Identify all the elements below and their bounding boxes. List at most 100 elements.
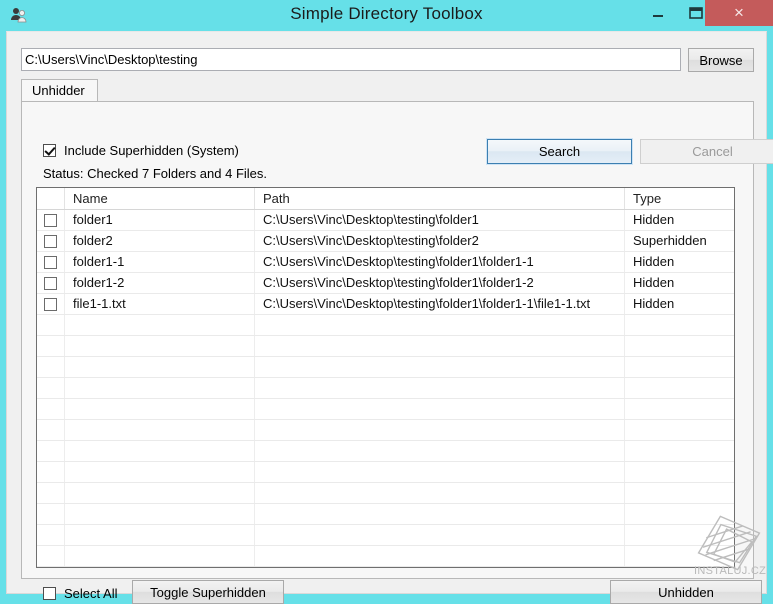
cell-type	[625, 546, 734, 566]
grid-header-checkbox	[37, 188, 65, 209]
row-checkbox-empty	[37, 357, 65, 377]
row-checkbox-empty	[37, 336, 65, 356]
cell-name: folder1	[65, 210, 255, 230]
grid-header-type[interactable]: Type	[625, 188, 734, 209]
cell-type	[625, 399, 734, 419]
cell-path	[255, 315, 625, 335]
row-checkbox-empty	[37, 483, 65, 503]
cell-type	[625, 567, 734, 568]
cell-type	[625, 315, 734, 335]
close-button[interactable]: ×	[705, 0, 773, 26]
row-checkbox-empty	[37, 525, 65, 545]
cell-path	[255, 399, 625, 419]
table-row-empty	[37, 462, 734, 483]
select-all-label: Select All	[64, 586, 118, 601]
cell-path	[255, 504, 625, 524]
search-button[interactable]: Search	[486, 138, 633, 165]
table-row[interactable]: folder1 C:\Users\Vinc\Desktop\testing\fol…	[37, 210, 734, 231]
grid-header-path[interactable]: Path	[255, 188, 625, 209]
row-checkbox-empty	[37, 567, 65, 568]
row-checkbox-empty	[37, 315, 65, 335]
checkbox-unchecked-icon	[43, 587, 56, 600]
grid-body: folder1 C:\Users\Vinc\Desktop\testing\fol…	[37, 210, 734, 568]
table-row[interactable]: folder1-2 C:\Users\Vinc\Desktop\testing\f…	[37, 273, 734, 294]
checkbox-unchecked-icon	[44, 234, 57, 248]
table-row-empty	[37, 399, 734, 420]
cell-name	[65, 336, 255, 356]
cell-path	[255, 546, 625, 566]
grid-header-name[interactable]: Name	[65, 188, 255, 209]
browse-button[interactable]: Browse	[688, 48, 754, 72]
table-row-empty	[37, 378, 734, 399]
table-row[interactable]: file1-1.txt C:\Users\Vinc\Desktop\testing…	[37, 294, 734, 315]
cell-path	[255, 336, 625, 356]
table-row[interactable]: folder1-1 C:\Users\Vinc\Desktop\testing\f…	[37, 252, 734, 273]
checkbox-unchecked-icon	[44, 255, 57, 269]
row-checkbox[interactable]	[37, 252, 65, 272]
include-superhidden-checkbox[interactable]: Include Superhidden (System)	[43, 143, 239, 158]
grid-header-row: Name Path Type	[37, 188, 734, 210]
cell-type: Superhidden	[633, 233, 707, 248]
include-superhidden-label: Include Superhidden (System)	[64, 143, 239, 158]
cell-path	[255, 357, 625, 377]
table-row-empty	[37, 441, 734, 462]
cell-path: C:\Users\Vinc\Desktop\testing\folder1\fo…	[255, 252, 625, 272]
cell-path	[255, 483, 625, 503]
table-row-empty	[37, 546, 734, 567]
cell-name	[65, 315, 255, 335]
close-icon: ×	[734, 3, 744, 22]
tab-content-panel: Include Superhidden (System) Status: Che…	[21, 101, 773, 604]
cell-type	[625, 525, 734, 545]
cell-type: Hidden	[633, 275, 675, 290]
cell-type	[625, 441, 734, 461]
cell-name	[65, 483, 255, 503]
cell-type	[625, 378, 734, 398]
cell-type: Hidden	[633, 254, 675, 269]
window-client-area: Browse Unhidder Include Superhidden (Sys…	[6, 31, 773, 604]
cell-name: folder1-2	[65, 273, 255, 293]
table-row-empty	[37, 525, 734, 546]
table-row[interactable]: folder2 C:\Users\Vinc\Desktop\testing\fol…	[37, 231, 734, 252]
status-text: Status: Checked 7 Folders and 4 Files.	[43, 166, 268, 181]
cell-type	[625, 357, 734, 377]
cell-path	[255, 567, 625, 568]
row-checkbox[interactable]	[37, 294, 65, 314]
row-checkbox-empty	[37, 441, 65, 461]
cancel-button: Cancel	[640, 139, 773, 164]
table-row-empty	[37, 420, 734, 441]
tab-unhidder[interactable]: Unhidder	[21, 79, 98, 102]
cell-name	[65, 525, 255, 545]
cell-name: folder1-1	[65, 252, 255, 272]
cell-name	[65, 357, 255, 377]
row-checkbox-empty	[37, 420, 65, 440]
cell-type	[625, 504, 734, 524]
table-row-empty	[37, 357, 734, 378]
cell-type: Hidden	[633, 296, 675, 311]
cell-name	[65, 546, 255, 566]
cell-path	[255, 420, 625, 440]
checkbox-checked-icon	[43, 144, 56, 157]
title-bar: Simple Directory Toolbox ×	[0, 0, 773, 30]
row-checkbox[interactable]	[37, 273, 65, 293]
select-all-checkbox[interactable]: Select All	[43, 586, 117, 601]
tab-strip: Unhidder	[21, 79, 754, 102]
toggle-superhidden-button[interactable]: Toggle Superhidden	[132, 580, 284, 604]
row-checkbox[interactable]	[37, 231, 65, 251]
cell-name	[65, 420, 255, 440]
results-grid[interactable]: Name Path Type folder1 C:\Users\Vinc\Desk…	[36, 187, 735, 568]
cell-path	[255, 378, 625, 398]
cell-type: Hidden	[633, 212, 675, 227]
cell-type	[625, 483, 734, 503]
checkbox-unchecked-icon	[44, 297, 57, 311]
minimize-button[interactable]	[638, 0, 678, 26]
directory-path-input[interactable]	[21, 48, 681, 71]
cell-name	[65, 441, 255, 461]
unhidden-button[interactable]: Unhidden	[610, 580, 762, 604]
row-checkbox[interactable]	[37, 210, 65, 230]
cell-type	[625, 462, 734, 482]
row-checkbox-empty	[37, 546, 65, 566]
cell-name: folder2	[65, 231, 255, 251]
cell-path: C:\Users\Vinc\Desktop\testing\folder2	[255, 231, 625, 251]
cell-type	[625, 336, 734, 356]
cell-path: C:\Users\Vinc\Desktop\testing\folder1	[255, 210, 625, 230]
